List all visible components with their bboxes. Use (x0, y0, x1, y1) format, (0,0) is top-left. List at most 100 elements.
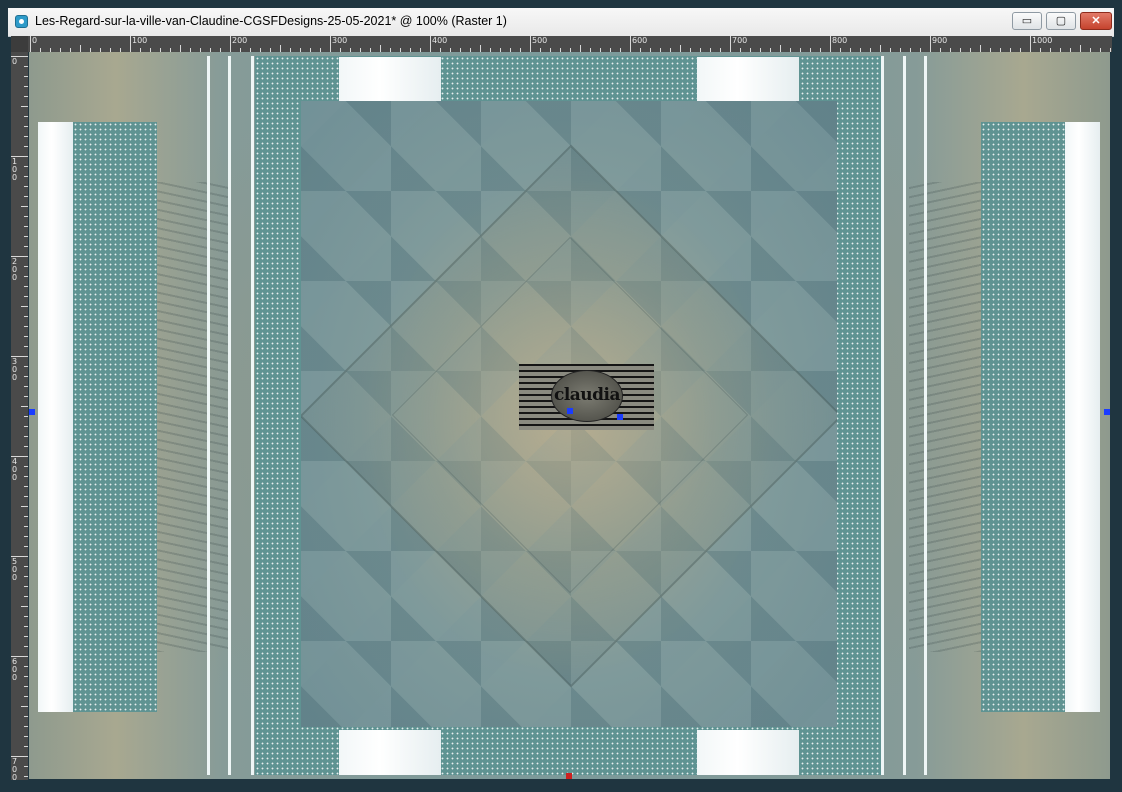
ruler-tick (24, 626, 28, 627)
ruler-tick (24, 676, 28, 677)
ruler-label: 4 0 0 (12, 457, 18, 482)
ruler-tick (330, 36, 331, 52)
ruler-tick (24, 766, 28, 767)
vertical-ruler[interactable]: 0 1 0 0 2 0 0 3 0 0 4 0 0 5 0 0 6 0 0 7 0 0 (11, 52, 28, 780)
ruler-tick (21, 106, 28, 107)
ruler-label: 1 0 0 (12, 157, 18, 182)
ruler-tick (24, 666, 28, 667)
ruler-label: 2 0 0 (12, 257, 18, 282)
ruler-tick (24, 336, 28, 337)
ruler-tick (280, 45, 281, 52)
ruler-label: 1000 (1032, 36, 1053, 45)
ruler-tick (24, 576, 28, 577)
horizontal-ruler[interactable]: 0 100 200 300 400 500 600 700 800 900 1000 (28, 36, 1112, 52)
ruler-tick (24, 486, 28, 487)
node-handle[interactable] (617, 414, 623, 420)
ruler-tick (21, 606, 28, 607)
ruler-tick (24, 596, 28, 597)
node-handle[interactable] (567, 408, 573, 414)
ruler-tick (24, 586, 28, 587)
ruler-tick (530, 36, 531, 52)
ruler-tick (24, 166, 28, 167)
top-left-white-block (339, 57, 441, 101)
ruler-tick (30, 36, 31, 52)
ruler-tick (24, 476, 28, 477)
ruler-tick (1080, 45, 1081, 52)
ruler-label: 200 (232, 36, 248, 45)
ruler-tick (24, 436, 28, 437)
ruler-tick (24, 426, 28, 427)
ruler-tick (24, 176, 28, 177)
ruler-tick (1030, 36, 1031, 52)
ruler-tick (24, 316, 28, 317)
maximize-button[interactable]: ▢ (1046, 12, 1076, 30)
ruler-tick (24, 186, 28, 187)
ruler-tick (24, 116, 28, 117)
ruler-label: 6 0 0 (12, 657, 18, 682)
ruler-tick (830, 36, 831, 52)
ruler-label: 400 (432, 36, 448, 45)
ruler-tick (24, 96, 28, 97)
ruler-tick (24, 216, 28, 217)
ruler-tick (24, 346, 28, 347)
ruler-tick (24, 716, 28, 717)
ruler-tick (930, 36, 931, 52)
ruler-tick (24, 396, 28, 397)
ruler-tick (24, 736, 28, 737)
ruler-label: 0 (12, 57, 18, 66)
ruler-tick (24, 286, 28, 287)
image-canvas[interactable]: claudia (29, 52, 1110, 779)
left-white-bar (38, 122, 73, 712)
vertical-line (924, 56, 927, 775)
selection-handle-right[interactable] (1104, 409, 1110, 415)
ruler-tick (24, 566, 28, 567)
vertical-line (207, 56, 210, 775)
ruler-tick (230, 36, 231, 52)
ruler-corner (11, 36, 28, 52)
watermark-emblem: claudia (551, 370, 623, 422)
ruler-label: 500 (532, 36, 548, 45)
image-document-icon (15, 15, 28, 28)
ruler-tick (21, 506, 28, 507)
title-bar[interactable]: Les-Regard-sur-la-ville-van-Claudine-CGS… (8, 8, 1114, 37)
ruler-tick (24, 266, 28, 267)
ruler-tick (24, 146, 28, 147)
ruler-label: 800 (832, 36, 848, 45)
ruler-label: 5 0 0 (12, 557, 18, 582)
ruler-tick (430, 36, 431, 52)
selection-handle-left[interactable] (29, 409, 35, 415)
ruler-tick (24, 386, 28, 387)
ruler-tick (680, 45, 681, 52)
ruler-tick (24, 516, 28, 517)
ruler-tick (380, 45, 381, 52)
ruler-label: 3 0 0 (12, 357, 18, 382)
selection-handle-bottom[interactable] (566, 773, 572, 779)
image-window: Les-Regard-sur-la-ville-van-Claudine-CGS… (0, 0, 1122, 792)
bottom-left-white-block (339, 730, 441, 775)
ruler-tick (24, 696, 28, 697)
ruler-tick (630, 36, 631, 52)
watermark-logo: claudia (519, 364, 654, 430)
left-dotted-panel (73, 122, 157, 712)
top-right-white-block (697, 57, 799, 101)
ruler-tick (980, 45, 981, 52)
vertical-line (228, 56, 231, 775)
close-button[interactable]: ✕ (1080, 12, 1112, 30)
bottom-right-white-block (697, 730, 799, 775)
ruler-tick (21, 206, 28, 207)
right-dotted-panel (981, 122, 1065, 712)
ruler-tick (780, 45, 781, 52)
ruler-label: 100 (132, 36, 148, 45)
ruler-tick (24, 76, 28, 77)
ruler-tick (24, 616, 28, 617)
right-white-bar (1065, 122, 1100, 712)
ruler-tick (24, 86, 28, 87)
ruler-tick (24, 66, 28, 67)
minimize-button[interactable]: ▭ (1012, 12, 1042, 30)
ruler-tick (24, 276, 28, 277)
ruler-label: 600 (632, 36, 648, 45)
ruler-tick (24, 646, 28, 647)
ruler-tick (180, 45, 181, 52)
ruler-label: 900 (932, 36, 948, 45)
ruler-tick (24, 726, 28, 727)
